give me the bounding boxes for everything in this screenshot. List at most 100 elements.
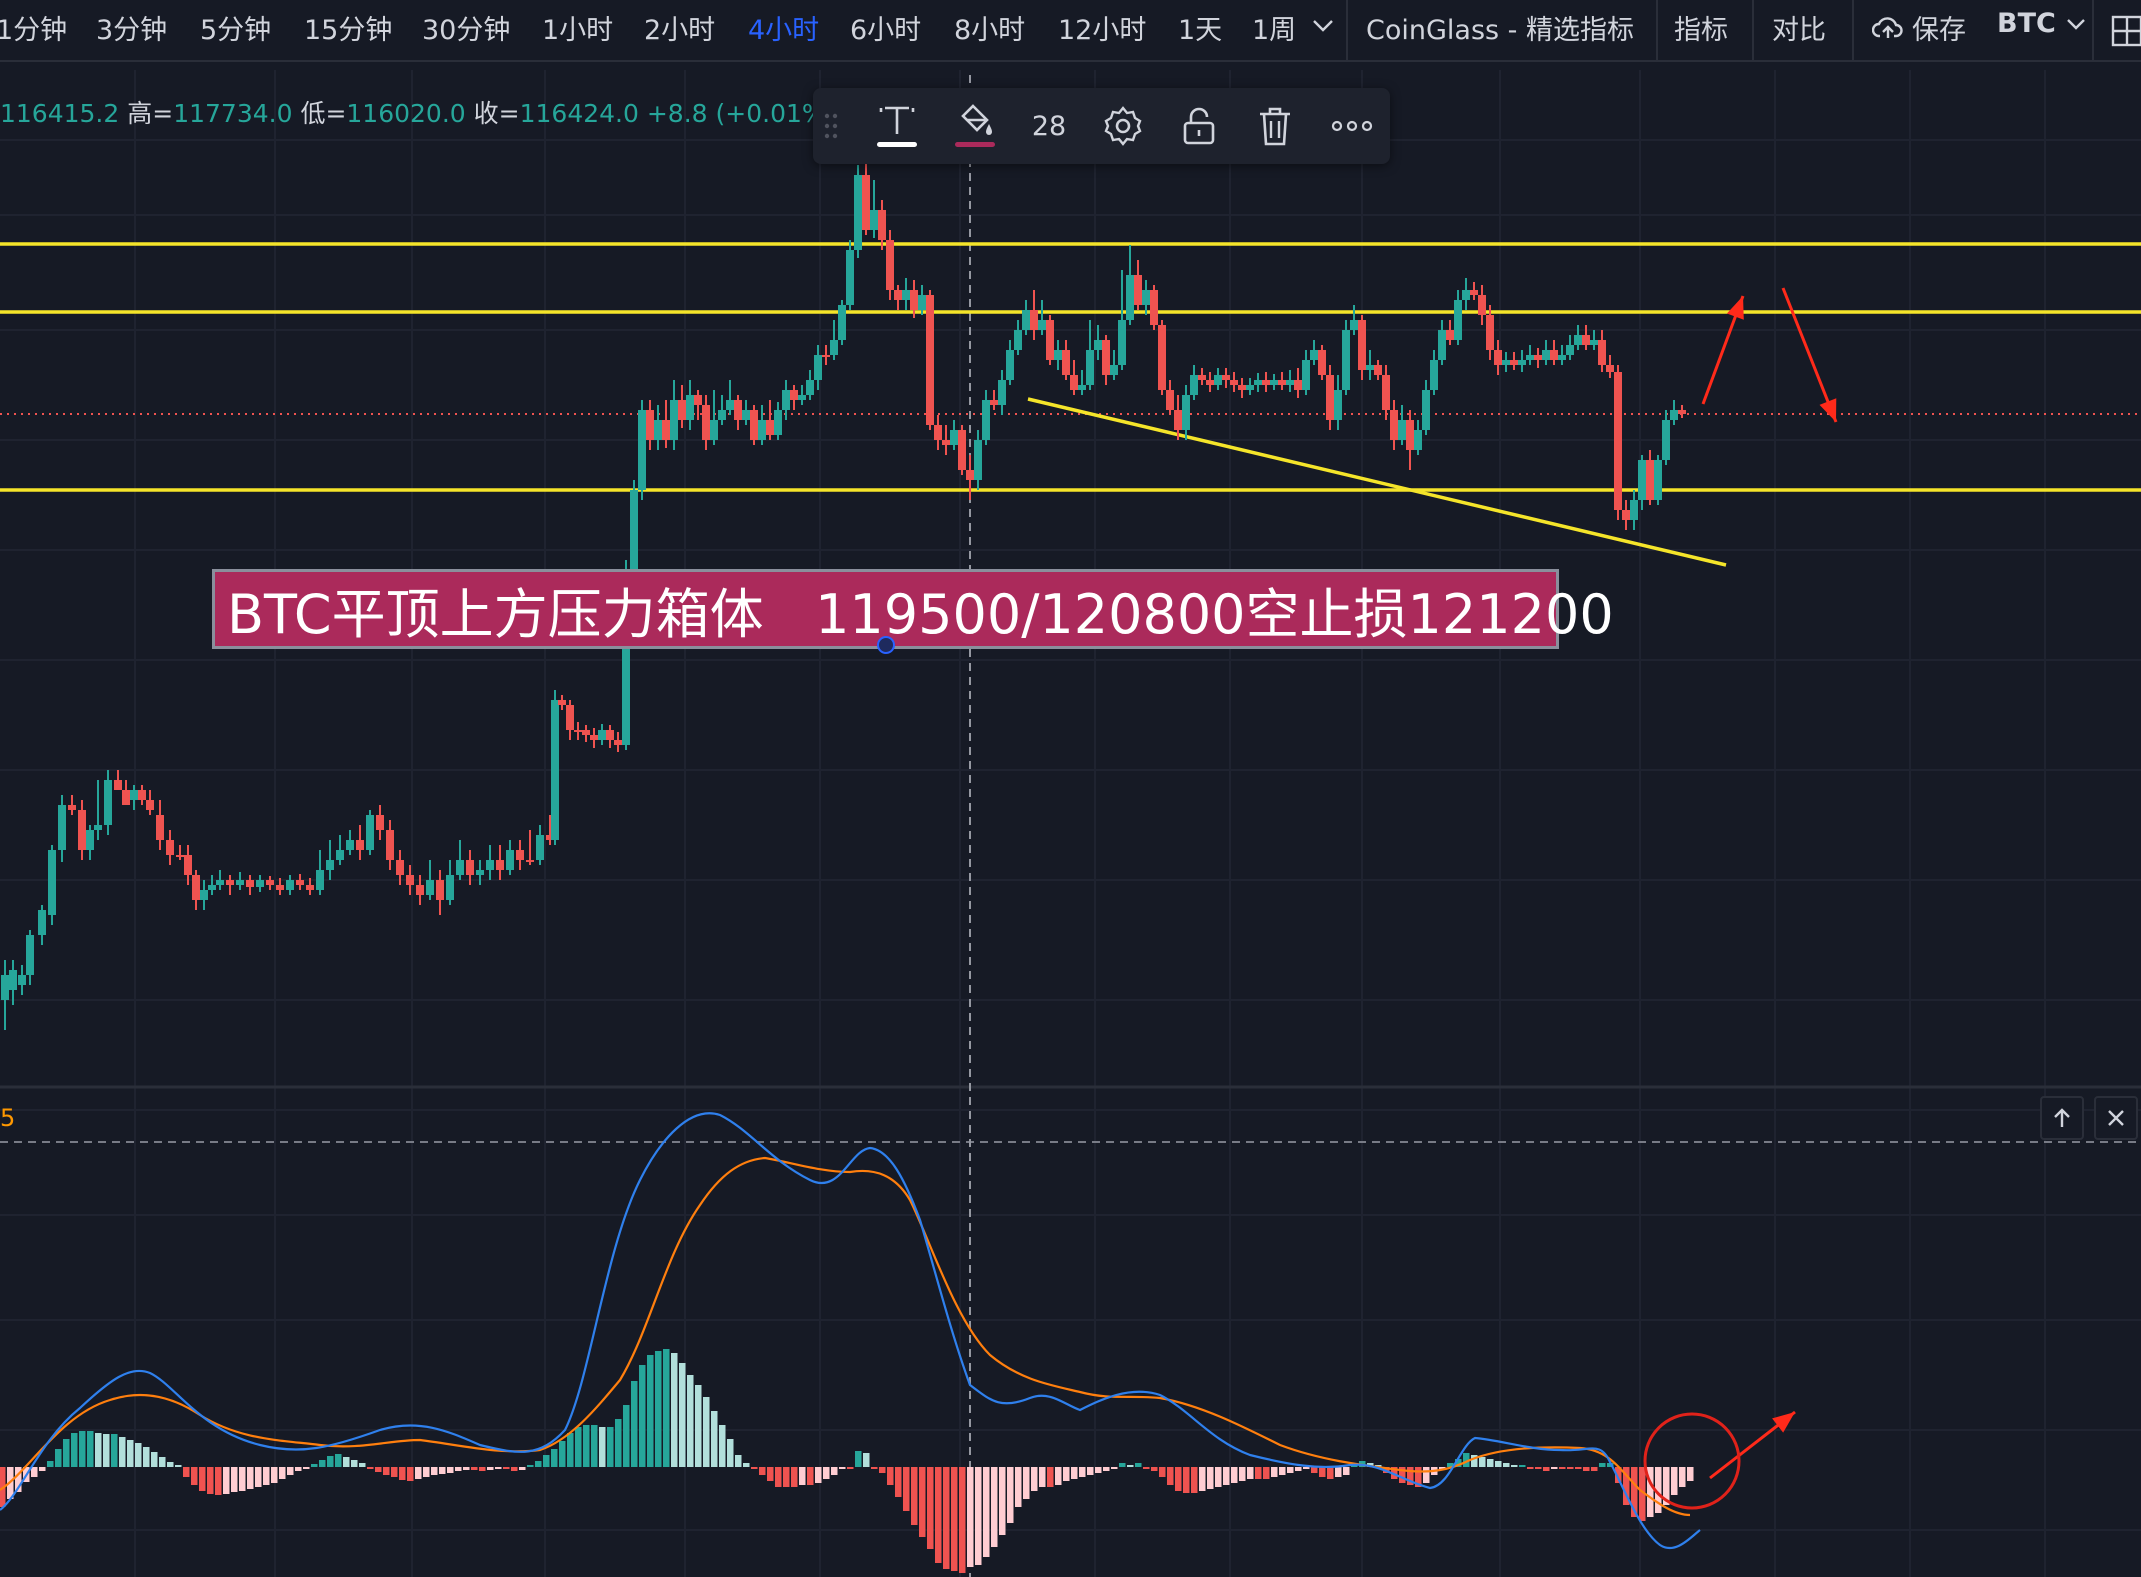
candle-body-165 [1406,420,1414,450]
low-value: 116020.0 [346,99,466,128]
macd-hist-bar-197 [1575,1467,1582,1469]
macd-hist-bar-98 [783,1467,790,1487]
drag-handle-icon[interactable] [819,100,843,152]
macd-hist-bar-93 [743,1463,750,1467]
macd-hist-bar-156 [1247,1467,1254,1479]
close-pane-button[interactable] [2094,1096,2138,1140]
macd-hist-bar-13 [103,1434,110,1467]
candle-body-2 [18,975,26,985]
macd-hist-bar-23 [183,1467,190,1477]
macd-hist-bar-125 [999,1467,1006,1535]
macd-hist-bar-88 [703,1397,710,1467]
macd-hist-bar-131 [1047,1467,1054,1487]
macd-hist-bar-137 [1095,1467,1102,1473]
candle-body-178 [1510,360,1518,365]
macd-hist-bar-199 [1591,1467,1598,1471]
macd-hist-bar-195 [1559,1467,1566,1469]
annotation-anchor-handle[interactable] [877,636,895,654]
macd-hist-bar-163 [1303,1467,1310,1469]
candle-body-176 [1494,350,1502,365]
macd-hist-bar-70 [559,1441,566,1467]
candle-body-104 [918,295,926,310]
macd-hist-bar-28 [223,1467,230,1494]
background-color-button[interactable] [949,100,1001,152]
macd-hist-bar-115 [919,1467,926,1537]
macd-hist-bar-33 [263,1467,270,1485]
macd-hist-bar-145 [1159,1467,1166,1477]
candle-body-184 [1558,355,1566,360]
candle-body-48 [456,860,464,875]
candle-body-112 [982,400,990,440]
candle-body-22 [200,890,208,900]
macd-hist-bar-126 [1007,1467,1014,1523]
candle-body-137 [1182,395,1190,430]
candle-body-25 [226,880,234,885]
macd-hist-bar-27 [215,1467,222,1495]
macd-hist-bar-108 [863,1453,870,1467]
macd-hist-bar-141 [1127,1465,1134,1467]
candle-body-31 [286,880,294,890]
candle-body-197 [1662,420,1670,460]
candle-body-139 [1198,375,1206,380]
candle-body-53 [506,850,514,870]
candle-body-78 [710,420,718,440]
lock-button[interactable] [1173,100,1225,152]
macd-hist-bar-48 [383,1467,390,1475]
macd-hist-bar-75 [599,1427,606,1467]
more-options-button[interactable] [1326,100,1378,152]
macd-hist-bar-132 [1055,1467,1062,1485]
move-pane-up-button[interactable] [2040,1096,2084,1140]
high-key: 高= [127,99,174,128]
macd-hist-bar-133 [1063,1467,1070,1481]
candle-body-134 [1158,325,1166,390]
macd-hist-bar-26 [207,1467,214,1494]
font-size-button[interactable]: 28 [1023,100,1075,152]
macd-hist-bar-91 [727,1439,734,1467]
price-chart[interactable] [0,0,2141,1577]
macd-hist-bar-160 [1279,1467,1286,1475]
candle-body-146 [1254,380,1262,385]
candle-body-132 [1142,290,1150,305]
macd-hist-bar-136 [1087,1467,1094,1475]
macd-hist-bar-128 [1023,1467,1030,1499]
macd-hist-bar-32 [255,1467,262,1487]
candle-body-113 [990,400,998,405]
candle-body-66 [614,740,622,745]
macd-hist-bar-58 [463,1467,470,1470]
candle-body-73 [670,400,678,440]
candle-body-54 [516,850,524,860]
macd-hist-bar-144 [1151,1467,1158,1471]
candle-body-5 [48,850,56,915]
macd-hist-bar-196 [1567,1467,1574,1469]
candle-body-100 [886,240,894,290]
macd-hist-bar-25 [199,1467,206,1491]
macd-hist-bar-62 [495,1467,502,1469]
candle-body-76 [694,395,702,405]
candle-body-169 [1438,330,1446,360]
candle-body-116 [1014,330,1022,350]
candle-body-148 [1270,380,1278,385]
text-color-button[interactable] [871,100,923,152]
macd-hist-bar-211 [1687,1467,1694,1481]
candle-body-93 [830,340,838,355]
candle-body-9 [86,830,94,850]
open-value: 116415.2 [0,99,120,128]
delete-button[interactable] [1249,100,1301,152]
macd-hist-bar-120 [959,1467,966,1573]
macd-hist-bar-129 [1031,1467,1038,1491]
candle-body-35 [326,860,334,870]
candle-body-10 [94,825,102,830]
candle-body-70 [646,410,654,440]
arrow-down-main-head [1819,398,1837,422]
candle-body-131 [1134,275,1142,305]
macd-hist-bar-122 [975,1467,982,1565]
candle-body-164 [1398,420,1406,440]
macd-hist-bar-104 [831,1467,838,1475]
candle-body-195 [1646,460,1654,500]
macd-hist-bar-46 [367,1467,374,1469]
ohlc-legend: 116415.2 高=117734.0 低=116020.0 收=116424.… [0,94,835,130]
settings-button[interactable] [1097,100,1149,152]
macd-hist-bar-109 [871,1467,878,1469]
candle-body-185 [1566,345,1574,355]
macd-hist-bar-19 [151,1452,158,1467]
